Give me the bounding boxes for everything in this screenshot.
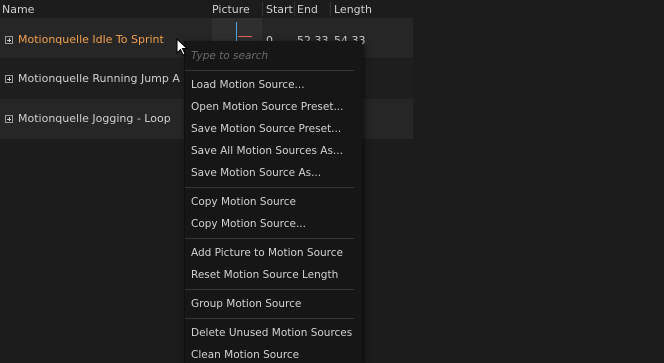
menu-item-add-picture[interactable]: Add Picture to Motion Source	[191, 247, 343, 259]
menu-item-save-as[interactable]: Save Motion Source As...	[191, 167, 321, 179]
menu-divider	[185, 238, 354, 239]
menu-item-open-preset[interactable]: Open Motion Source Preset...	[191, 101, 343, 113]
menu-item-load-motion-source[interactable]: Load Motion Source...	[191, 79, 305, 91]
menu-item-delete-unused[interactable]: Delete Unused Motion Sources	[191, 327, 352, 339]
menu-divider	[185, 289, 354, 290]
menu-item-reset-length[interactable]: Reset Motion Source Length	[191, 269, 338, 281]
menu-item-copy-ellipsis[interactable]: Copy Motion Source...	[191, 218, 306, 230]
motion-source-name[interactable]: Motionquelle Running Jump A -	[18, 72, 187, 85]
column-header-end[interactable]: End	[297, 3, 318, 16]
menu-divider	[185, 187, 354, 188]
column-header-picture[interactable]: Picture	[212, 3, 250, 16]
mouse-cursor-icon	[176, 38, 188, 56]
column-header-length[interactable]: Length	[334, 3, 372, 16]
menu-divider	[185, 70, 354, 71]
menu-item-copy[interactable]: Copy Motion Source	[191, 196, 296, 208]
expand-icon[interactable]	[5, 75, 13, 83]
expand-icon[interactable]	[5, 115, 13, 123]
menu-item-clean[interactable]: Clean Motion Source	[191, 349, 299, 361]
column-divider[interactable]	[262, 2, 263, 16]
context-menu: Type to search Load Motion Source... Ope…	[184, 41, 362, 363]
menu-item-save-preset[interactable]: Save Motion Source Preset...	[191, 123, 341, 135]
column-header-start[interactable]: Start	[266, 3, 293, 16]
menu-search-input[interactable]: Type to search	[191, 50, 268, 62]
axis-icon	[238, 36, 252, 37]
column-divider[interactable]	[294, 2, 295, 16]
column-header-name[interactable]: Name	[2, 3, 34, 16]
table-header: Name Picture Start End Length	[0, 0, 664, 18]
motion-source-name[interactable]: Motionquelle Jogging - Loop	[18, 112, 171, 125]
menu-item-save-all-as[interactable]: Save All Motion Sources As...	[191, 145, 343, 157]
motion-source-name[interactable]: Motionquelle Idle To Sprint	[18, 33, 164, 46]
column-divider[interactable]	[330, 2, 331, 16]
menu-divider	[185, 318, 354, 319]
expand-icon[interactable]	[5, 36, 13, 44]
menu-item-group[interactable]: Group Motion Source	[191, 298, 301, 310]
